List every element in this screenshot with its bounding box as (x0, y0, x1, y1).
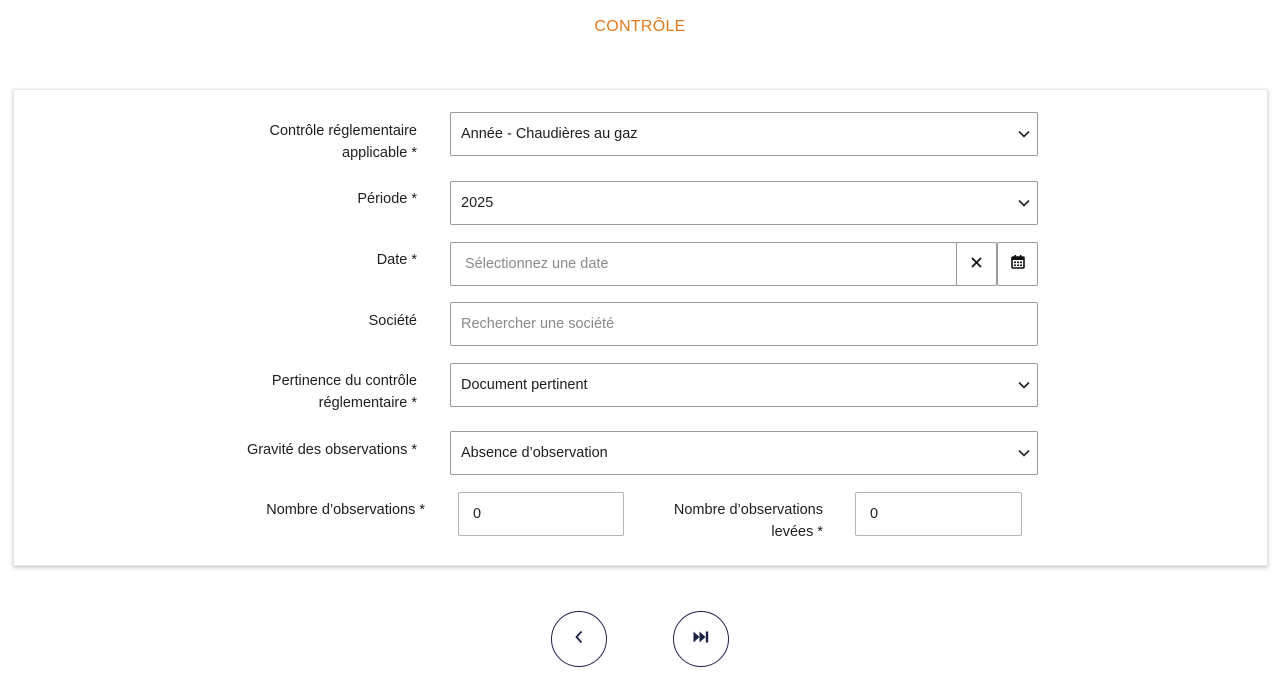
nombre-observations-value: 0 (473, 506, 482, 522)
gravite-label-text: Gravité des observations * (246, 442, 417, 458)
gravite-select[interactable]: Absence d’observation (450, 431, 1038, 475)
date-input[interactable]: Sélectionnez une date (450, 242, 957, 286)
calendar-icon (1010, 254, 1025, 274)
pertinence-label: Pertinence du contrôle réglementaire * (200, 370, 417, 414)
date-calendar-button[interactable] (997, 242, 1038, 286)
nombre-observations-input[interactable]: 0 (458, 492, 624, 536)
nombre-levees-input[interactable]: 0 (855, 492, 1022, 536)
close-icon (971, 255, 982, 273)
controle-select-value: Année - Chaudières au gaz (461, 126, 638, 142)
periode-label-text: Période * (357, 191, 417, 207)
nombre-observations-label: Nombre d’observations * (200, 499, 425, 521)
controle-label-line2: applicable * (342, 145, 417, 161)
societe-search-placeholder: Rechercher une société (461, 316, 615, 332)
previous-button[interactable] (551, 611, 607, 667)
chevron-down-icon (1017, 196, 1031, 210)
periode-select-value: 2025 (461, 195, 494, 211)
controle-label: Contrôle réglementaire applicable * (200, 120, 418, 164)
skip-forward-button[interactable] (673, 611, 729, 667)
date-label-text: Date * (376, 252, 417, 268)
societe-label: Société (200, 310, 417, 332)
page-title: CONTRÔLE (594, 18, 686, 35)
controle-select[interactable]: Année - Chaudières au gaz (450, 112, 1038, 156)
societe-search-input[interactable]: Rechercher une société (450, 302, 1038, 346)
nombre-observations-label-text: Nombre d’observations * (266, 502, 425, 518)
pertinence-label-line1: Pertinence du contrôle (271, 373, 417, 389)
date-input-placeholder: Sélectionnez une date (465, 256, 609, 272)
chevron-down-icon (1017, 378, 1031, 392)
societe-label-text: Société (368, 313, 417, 329)
controle-label-line1: Contrôle réglementaire (269, 123, 418, 139)
date-label: Date * (200, 249, 417, 271)
gravite-label: Gravité des observations * (200, 439, 417, 461)
nombre-levees-label: Nombre d’observations levées * (620, 499, 823, 543)
gravite-select-value: Absence d’observation (461, 445, 608, 461)
nombre-levees-label-line2: levées * (771, 524, 823, 540)
pertinence-select-value: Document pertinent (461, 377, 588, 393)
chevron-down-icon (1017, 446, 1031, 460)
nombre-levees-label-line1: Nombre d’observations (673, 502, 823, 518)
skip-forward-icon (693, 630, 709, 648)
pertinence-label-line2: réglementaire * (318, 395, 417, 411)
chevron-down-icon (1017, 127, 1031, 141)
periode-label: Période * (200, 188, 417, 210)
periode-select[interactable]: 2025 (450, 181, 1038, 225)
date-clear-button[interactable] (956, 242, 997, 286)
pertinence-select[interactable]: Document pertinent (450, 363, 1038, 407)
chevron-left-icon (574, 630, 584, 649)
nombre-levees-value: 0 (870, 506, 879, 522)
